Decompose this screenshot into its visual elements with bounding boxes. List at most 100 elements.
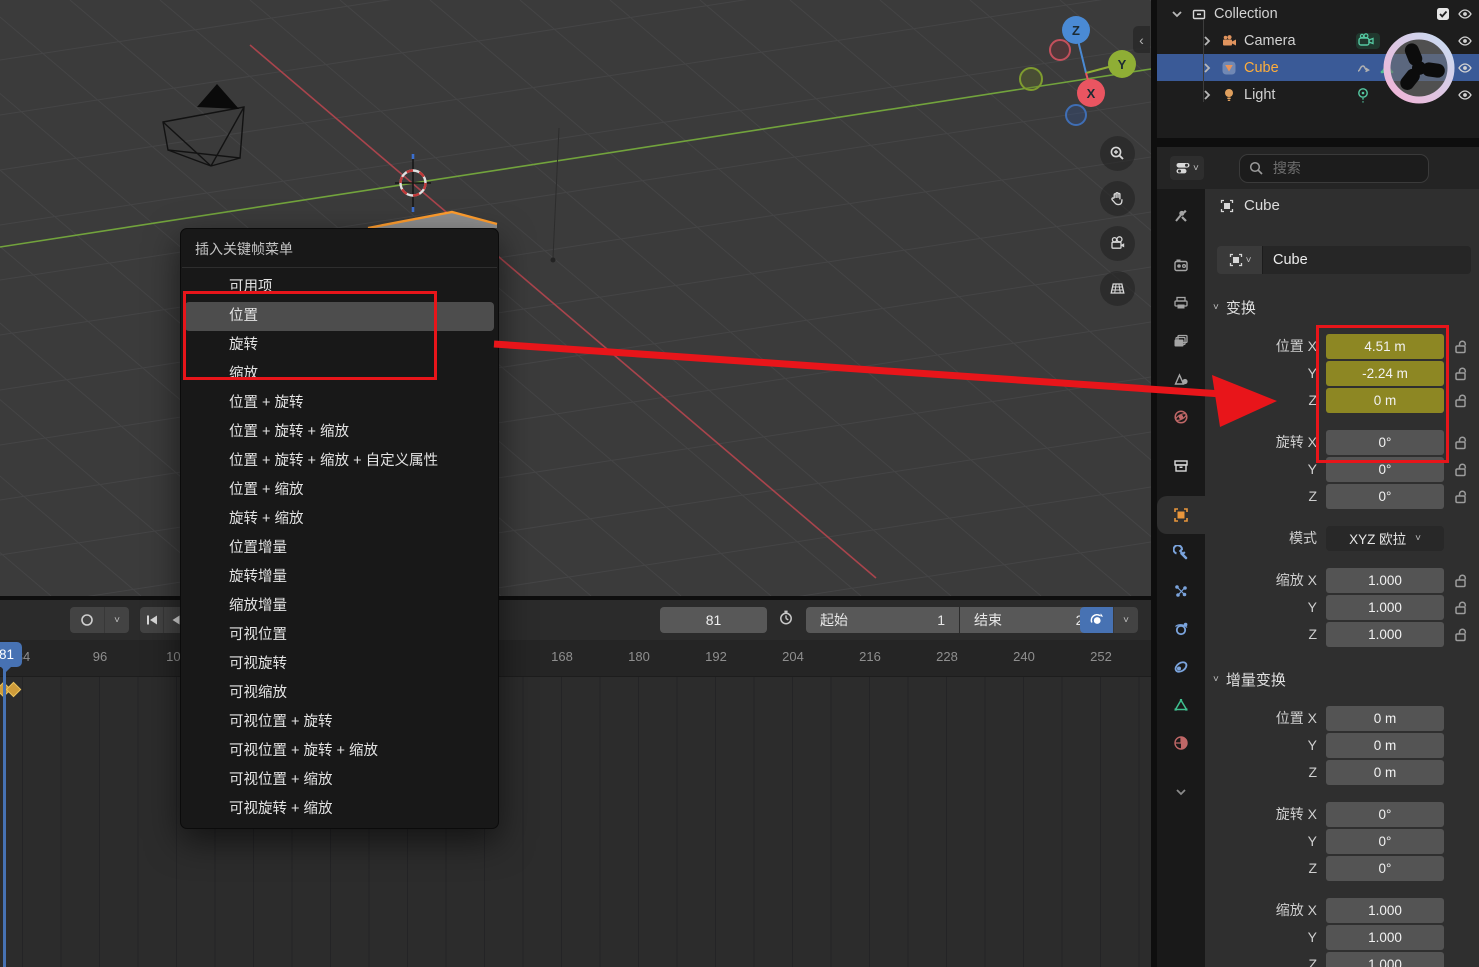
3d-viewport[interactable]: Z Y X ‹ (0, 0, 1151, 596)
number-field[interactable]: 1.000 (1326, 568, 1444, 593)
number-field[interactable]: 0° (1326, 802, 1444, 827)
rotation-mode-select[interactable]: XYZ 欧拉˅ (1326, 526, 1444, 551)
menu-item[interactable]: 可用项 (185, 273, 494, 302)
eye-icon[interactable] (1457, 6, 1473, 22)
light-object[interactable] (551, 258, 556, 263)
camera-view-button[interactable] (1100, 226, 1135, 261)
outliner-item-collection[interactable]: Collection (1157, 0, 1479, 27)
delta-transform-panel-header[interactable]: ˅ 增量变换 (1213, 669, 1286, 690)
gizmo-neg-z-axis[interactable] (1065, 104, 1087, 126)
number-field[interactable]: 1.000 (1326, 925, 1444, 950)
menu-item[interactable]: 位置 + 旋转 + 缩放 + 自定义属性 (185, 447, 494, 476)
menu-item[interactable]: 可视旋转 (185, 650, 494, 679)
chevron-down-icon[interactable] (1169, 6, 1185, 22)
lock-open-icon[interactable] (1451, 489, 1471, 504)
tab-view-layer-icon[interactable] (1157, 322, 1205, 360)
current-frame-field[interactable]: 81 (660, 607, 767, 633)
number-field[interactable]: 0° (1326, 457, 1444, 482)
keying-set-dropdown[interactable]: ˅ (104, 607, 129, 633)
menu-item[interactable]: 位置 + 旋转 (185, 389, 494, 418)
gizmo-x-axis[interactable]: X (1077, 79, 1105, 107)
jump-to-start-button[interactable] (140, 607, 163, 633)
menu-item[interactable]: 旋转增量 (185, 563, 494, 592)
tab-render-icon[interactable] (1157, 246, 1205, 284)
number-field[interactable]: -2.24 m (1326, 361, 1444, 386)
breadcrumb[interactable]: Cube (1219, 197, 1280, 214)
menu-item[interactable]: 可视旋转 + 缩放 (185, 795, 494, 824)
chevron-right-icon[interactable] (1199, 33, 1215, 49)
start-frame-field[interactable]: 起始 1 (806, 607, 959, 633)
number-field[interactable]: 0 m (1326, 706, 1444, 731)
gizmo-neg-x-axis[interactable] (1049, 39, 1071, 61)
tab-particles-icon[interactable] (1157, 572, 1205, 610)
tab-scene-icon[interactable] (1157, 360, 1205, 398)
tab-object-icon[interactable] (1157, 496, 1205, 534)
tab-world-icon[interactable] (1157, 398, 1205, 436)
tab-tool-icon[interactable] (1157, 197, 1205, 235)
camera-object[interactable] (163, 84, 244, 166)
tab-constraint-icon[interactable] (1157, 648, 1205, 686)
number-field[interactable]: 0° (1326, 856, 1444, 881)
pan-button[interactable] (1100, 181, 1135, 216)
gizmo-y-axis[interactable]: Y (1108, 50, 1136, 78)
menu-item[interactable]: 可视位置 + 缩放 (185, 766, 494, 795)
number-field[interactable]: 1.000 (1326, 595, 1444, 620)
menu-item[interactable]: 位置 + 旋转 + 缩放 (185, 418, 494, 447)
lock-open-icon[interactable] (1451, 366, 1471, 381)
timeline-editor[interactable]: ˅ 81 起始 1 结束 250 ˅ (0, 600, 1151, 967)
number-field[interactable]: 0 m (1326, 733, 1444, 758)
timeline-ruler[interactable]: 8496108120132144156168180192204216228240… (0, 640, 1151, 676)
number-field[interactable]: 4.51 m (1326, 334, 1444, 359)
timeline-tracks[interactable] (0, 676, 1151, 967)
zoom-button[interactable] (1100, 136, 1135, 171)
transform-panel-header[interactable]: ˅ 变换 (1213, 297, 1256, 318)
sync-toggle-button[interactable] (1080, 607, 1113, 633)
menu-item[interactable]: 可视位置 (185, 621, 494, 650)
chevron-right-icon[interactable] (1199, 60, 1215, 76)
datablock-name-field[interactable]: Cube (1262, 246, 1471, 274)
auto-keyframe-record-button[interactable] (70, 607, 104, 633)
eye-icon[interactable] (1457, 87, 1473, 103)
menu-item[interactable]: 可视缩放 (185, 679, 494, 708)
menu-item[interactable]: 可视位置 + 旋转 (185, 708, 494, 737)
editor-divider[interactable] (1157, 138, 1479, 147)
number-field[interactable]: 0 m (1326, 388, 1444, 413)
number-field[interactable]: 0° (1326, 430, 1444, 455)
tab-output-icon[interactable] (1157, 284, 1205, 322)
lock-open-icon[interactable] (1451, 573, 1471, 588)
chevron-right-icon[interactable] (1199, 87, 1215, 103)
lock-open-icon[interactable] (1451, 339, 1471, 354)
number-field[interactable]: 1.000 (1326, 622, 1444, 647)
menu-item[interactable]: 缩放增量 (185, 592, 494, 621)
number-field[interactable]: 0 m (1326, 760, 1444, 785)
number-field[interactable]: 0° (1326, 484, 1444, 509)
menu-item[interactable]: 缩放 (185, 360, 494, 389)
properties-search[interactable] (1239, 154, 1429, 183)
tab-material-icon[interactable] (1157, 724, 1205, 762)
sync-dropdown[interactable]: ˅ (1113, 607, 1138, 633)
menu-item[interactable]: 位置 (185, 302, 494, 331)
gizmo-neg-y-axis[interactable] (1019, 67, 1043, 91)
lock-open-icon[interactable] (1451, 627, 1471, 642)
orthographic-toggle-button[interactable] (1100, 271, 1135, 306)
menu-item[interactable]: 旋转 + 缩放 (185, 505, 494, 534)
lock-open-icon[interactable] (1451, 462, 1471, 477)
tab-modifier-icon[interactable] (1157, 534, 1205, 572)
sidebar-collapse-button[interactable]: ‹ (1133, 26, 1150, 53)
tab-more-button[interactable] (1157, 773, 1205, 811)
eye-icon[interactable] (1457, 60, 1473, 76)
datablock-browse-button[interactable]: ˅ (1217, 246, 1262, 274)
eye-icon[interactable] (1457, 33, 1473, 49)
lock-open-icon[interactable] (1451, 393, 1471, 408)
number-field[interactable]: 0° (1326, 829, 1444, 854)
menu-item[interactable]: 旋转 (185, 331, 494, 360)
checkbox-icon[interactable] (1435, 6, 1451, 22)
lock-open-icon[interactable] (1451, 600, 1471, 615)
playhead[interactable] (3, 663, 6, 967)
number-field[interactable]: 1.000 (1326, 952, 1444, 967)
gizmo-z-axis[interactable]: Z (1062, 16, 1090, 44)
number-field[interactable]: 1.000 (1326, 898, 1444, 923)
playhead-frame-badge[interactable]: 81 (0, 642, 22, 667)
editor-type-button[interactable]: ˅ (1170, 156, 1204, 180)
lock-open-icon[interactable] (1451, 435, 1471, 450)
